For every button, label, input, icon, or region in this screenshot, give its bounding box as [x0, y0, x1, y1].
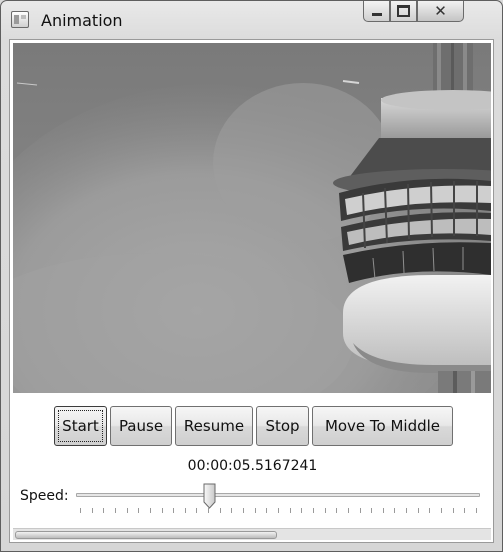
- elapsed-time: 00:00:05.5167241: [187, 458, 318, 474]
- maximize-icon: [397, 5, 410, 17]
- scrollbar-thumb[interactable]: [15, 531, 277, 539]
- speed-slider-ticks: [76, 508, 480, 514]
- title-bar[interactable]: Animation ✕: [1, 1, 502, 39]
- slider-tick: [115, 508, 116, 513]
- slider-tick: [127, 508, 128, 513]
- slider-tick: [383, 508, 384, 513]
- slider-tick: [80, 508, 81, 513]
- slider-tick: [336, 508, 337, 513]
- slider-tick: [162, 508, 163, 513]
- start-button[interactable]: Start: [54, 406, 107, 446]
- slider-tick: [185, 508, 186, 513]
- slider-tick: [429, 508, 430, 513]
- slider-tick: [138, 508, 139, 513]
- slider-tick: [371, 508, 372, 513]
- minimize-button[interactable]: [363, 1, 390, 22]
- slider-tick: [394, 508, 395, 513]
- slider-tick: [92, 508, 93, 513]
- slider-tick: [301, 508, 302, 513]
- slider-tick: [266, 508, 267, 513]
- client-area: Start Pause Resume Stop Move To Middle 0…: [9, 39, 494, 543]
- slider-tick: [418, 508, 419, 513]
- app-window-icon[interactable]: [11, 11, 29, 28]
- slider-tick: [290, 508, 291, 513]
- slider-tick: [464, 508, 465, 513]
- slider-tick: [173, 508, 174, 513]
- slider-tick: [406, 508, 407, 513]
- slider-tick: [348, 508, 349, 513]
- slider-tick: [243, 508, 244, 513]
- slider-tick: [196, 508, 197, 513]
- animation-image: [13, 43, 491, 393]
- stop-button[interactable]: Stop: [256, 406, 309, 446]
- slider-tick: [150, 508, 151, 513]
- slider-tick: [103, 508, 104, 513]
- close-icon: ✕: [434, 1, 447, 20]
- slider-tick: [441, 508, 442, 513]
- maximize-button[interactable]: [390, 1, 417, 22]
- slider-tick: [325, 508, 326, 513]
- slider-tick: [278, 508, 279, 513]
- slider-tick: [360, 508, 361, 513]
- slider-tick: [453, 508, 454, 513]
- slider-tick: [208, 508, 209, 513]
- resume-button[interactable]: Resume: [175, 406, 253, 446]
- slider-tick: [476, 508, 477, 513]
- slider-tick: [255, 508, 256, 513]
- app-window: Animation ✕ Start Pause Resume Stop Move…: [0, 0, 503, 552]
- horizontal-scrollbar[interactable]: [13, 528, 491, 540]
- tower-photo: [13, 43, 491, 393]
- speed-slider-track[interactable]: [76, 493, 480, 497]
- speed-label: Speed:: [20, 488, 69, 504]
- slider-tick: [313, 508, 314, 513]
- slider-tick: [231, 508, 232, 513]
- minimize-icon: [371, 12, 382, 16]
- pause-button[interactable]: Pause: [110, 406, 172, 446]
- slider-tick: [220, 508, 221, 513]
- move-to-middle-button[interactable]: Move To Middle: [312, 406, 453, 446]
- window-title: Animation: [41, 11, 123, 30]
- speed-slider-thumb[interactable]: [203, 483, 216, 509]
- close-button[interactable]: ✕: [417, 1, 464, 22]
